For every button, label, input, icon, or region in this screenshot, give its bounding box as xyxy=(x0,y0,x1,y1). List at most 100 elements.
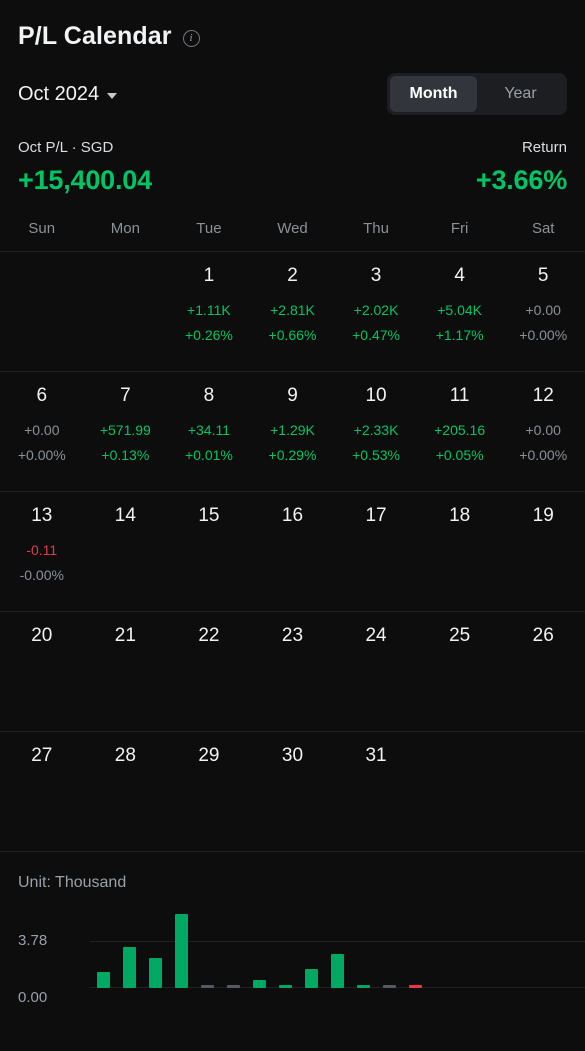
chart-bar xyxy=(96,972,110,988)
day-number: 24 xyxy=(365,625,387,646)
day-number: 31 xyxy=(365,745,387,766)
weekday-wed: Wed xyxy=(277,220,308,237)
y-tick-bottom: 0.00 xyxy=(18,989,48,1006)
chart-bar xyxy=(148,958,162,988)
info-circle-icon[interactable]: i xyxy=(182,30,200,47)
calendar-day-cell[interactable]: 1 +1.11K +0.26% xyxy=(167,252,251,371)
chart-bars xyxy=(90,914,428,988)
day-pl-value: +2.02K xyxy=(353,302,399,318)
day-pl-percent: +0.05% xyxy=(435,447,484,463)
chart-bar xyxy=(278,985,292,988)
period-controls-row: Oct 2024 Month Year xyxy=(0,51,585,115)
calendar-day-cell[interactable]: 6 +0.00 +0.00% xyxy=(0,372,84,491)
calendar-day-cell[interactable]: 25 xyxy=(418,612,502,731)
calendar-day-cell[interactable]: 29 xyxy=(167,732,251,851)
chart-bar-slot[interactable] xyxy=(324,914,350,988)
calendar-day-cell[interactable]: 12 +0.00 +0.00% xyxy=(501,372,585,491)
day-number: 12 xyxy=(532,385,554,406)
calendar-day-cell[interactable]: 23 xyxy=(251,612,335,731)
chart-bar-slot[interactable] xyxy=(142,914,168,988)
chart-bar xyxy=(356,985,370,988)
day-number: 29 xyxy=(198,745,220,766)
day-pl-value: +2.33K xyxy=(353,422,399,438)
day-number: 4 xyxy=(454,265,465,286)
day-pl-value: +205.16 xyxy=(434,422,486,438)
calendar-day-cell[interactable]: 28 xyxy=(84,732,168,851)
day-pl-percent: +0.00% xyxy=(17,447,66,463)
pl-chart-section: Unit: Thousand 3.78 0.00 xyxy=(0,851,585,1006)
day-pl-percent: +0.29% xyxy=(268,447,317,463)
calendar-day-cell[interactable]: 20 xyxy=(0,612,84,731)
chart-bar-slot[interactable] xyxy=(90,914,116,988)
day-pl-percent: +0.00% xyxy=(519,447,568,463)
pl-summary-value: +15,400.04 xyxy=(18,165,152,195)
day-pl-percent: +0.01% xyxy=(184,447,233,463)
day-pl-value: +0.00 xyxy=(525,422,561,438)
month-picker[interactable]: Oct 2024 xyxy=(18,83,118,106)
calendar-day-cell[interactable]: 8 +34.11 +0.01% xyxy=(167,372,251,491)
calendar-day-cell[interactable]: 27 xyxy=(0,732,84,851)
calendar-day-cell[interactable]: 14 xyxy=(84,492,168,611)
day-number: 22 xyxy=(198,625,220,646)
chart-bar-slot[interactable] xyxy=(220,914,246,988)
chart-bar xyxy=(330,954,344,988)
calendar-day-cell[interactable]: 21 xyxy=(84,612,168,731)
day-pl-percent: +0.66% xyxy=(268,327,317,343)
calendar-day-cell[interactable]: 22 xyxy=(167,612,251,731)
calendar-day-cell[interactable]: 4 +5.04K +1.17% xyxy=(418,252,502,371)
calendar-day-cell[interactable]: 15 xyxy=(167,492,251,611)
chart-bar-slot[interactable] xyxy=(116,914,142,988)
calendar-week-row: 6 +0.00 +0.00% 7 +571.99 +0.13% 8 +34.11 +0.01% 9… xyxy=(0,371,585,491)
day-number: 30 xyxy=(281,745,304,766)
y-tick-top: 3.78 xyxy=(18,932,48,949)
day-number: 1 xyxy=(203,265,215,286)
day-number: 8 xyxy=(203,385,215,406)
chart-bar-slot[interactable] xyxy=(376,914,402,988)
day-number: 10 xyxy=(365,385,387,406)
chart-bar xyxy=(382,985,396,988)
calendar-empty-cell xyxy=(418,732,502,851)
day-number: 16 xyxy=(281,505,304,526)
calendar-day-cell[interactable]: 30 xyxy=(251,732,335,851)
calendar-day-cell[interactable]: 13 -0.11 -0.00% xyxy=(0,492,84,611)
chart-bar-slot[interactable] xyxy=(246,914,272,988)
calendar-day-cell[interactable]: 17 xyxy=(334,492,418,611)
calendar-day-cell[interactable]: 16 xyxy=(251,492,335,611)
calendar-day-cell[interactable]: 7 +571.99 +0.13% xyxy=(84,372,168,491)
day-number: 27 xyxy=(31,745,53,766)
page-header: P/L Calendar i xyxy=(0,0,585,51)
day-number: 6 xyxy=(36,385,48,406)
chart-bar-slot[interactable] xyxy=(298,914,324,988)
day-number: 26 xyxy=(532,625,554,646)
calendar-day-cell[interactable]: 19 xyxy=(501,492,585,611)
calendar-day-cell[interactable]: 2 +2.81K +0.66% xyxy=(251,252,335,371)
period-toggle: Month Year xyxy=(387,73,567,115)
calendar-day-cell[interactable]: 31 xyxy=(334,732,418,851)
chart-bar-slot[interactable] xyxy=(168,914,194,988)
chart-bar-slot[interactable] xyxy=(272,914,298,988)
chart-bar xyxy=(174,914,188,988)
chart-bar-slot[interactable] xyxy=(350,914,376,988)
chart-bar xyxy=(408,985,422,988)
day-number: 7 xyxy=(120,385,131,406)
tab-year[interactable]: Year xyxy=(477,76,564,112)
pl-summary-label: Oct P/L · SGD xyxy=(18,139,114,156)
chart-bar-slot[interactable] xyxy=(402,914,428,988)
tab-month[interactable]: Month xyxy=(390,76,477,112)
day-number: 18 xyxy=(449,505,471,526)
day-number: 2 xyxy=(287,265,298,286)
calendar-day-cell[interactable]: 3 +2.02K +0.47% xyxy=(334,252,418,371)
calendar-day-cell[interactable]: 9 +1.29K +0.29% xyxy=(251,372,335,491)
day-pl-percent: +1.17% xyxy=(435,327,484,343)
day-pl-value: -0.11 xyxy=(26,542,58,558)
day-number: 25 xyxy=(449,625,471,646)
calendar-day-cell[interactable]: 26 xyxy=(501,612,585,731)
day-number: 21 xyxy=(114,625,136,646)
weekday-sat: Sat xyxy=(531,220,555,237)
calendar-day-cell[interactable]: 18 xyxy=(418,492,502,611)
chart-bar-slot[interactable] xyxy=(194,914,220,988)
calendar-day-cell[interactable]: 11 +205.16 +0.05% xyxy=(418,372,502,491)
calendar-day-cell[interactable]: 5 +0.00 +0.00% xyxy=(501,252,585,371)
calendar-day-cell[interactable]: 24 xyxy=(334,612,418,731)
calendar-day-cell[interactable]: 10 +2.33K +0.53% xyxy=(334,372,418,491)
